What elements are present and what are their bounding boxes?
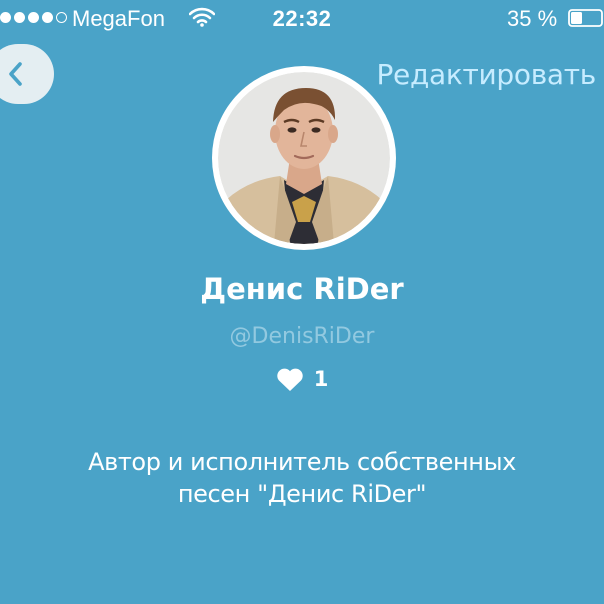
bio-line: Автор и исполнитель собственных — [88, 448, 516, 476]
likes-counter[interactable]: 1 — [0, 364, 604, 394]
profile-screen: MegaFon 22:32 35 % Редактировать Денис R… — [0, 0, 604, 604]
chevron-left-icon — [9, 62, 22, 86]
profile-handle: @DenisRiDer — [229, 324, 375, 349]
bio-line: песен "Денис RiDer" — [177, 480, 427, 508]
battery-percentage: 35 % — [507, 6, 558, 31]
battery-icon — [568, 9, 603, 27]
profile-name: Денис RiDer — [200, 272, 404, 306]
profile-bio: Автор и исполнитель собственных песен "Д… — [40, 446, 564, 510]
likes-count: 1 — [313, 367, 329, 391]
edit-profile-button[interactable]: Редактировать — [376, 58, 596, 91]
avatar-photo — [218, 72, 390, 244]
avatar[interactable] — [212, 66, 396, 250]
back-button[interactable] — [0, 44, 54, 104]
heart-icon — [276, 368, 303, 391]
status-bar: MegaFon 22:32 35 % — [0, 0, 604, 36]
